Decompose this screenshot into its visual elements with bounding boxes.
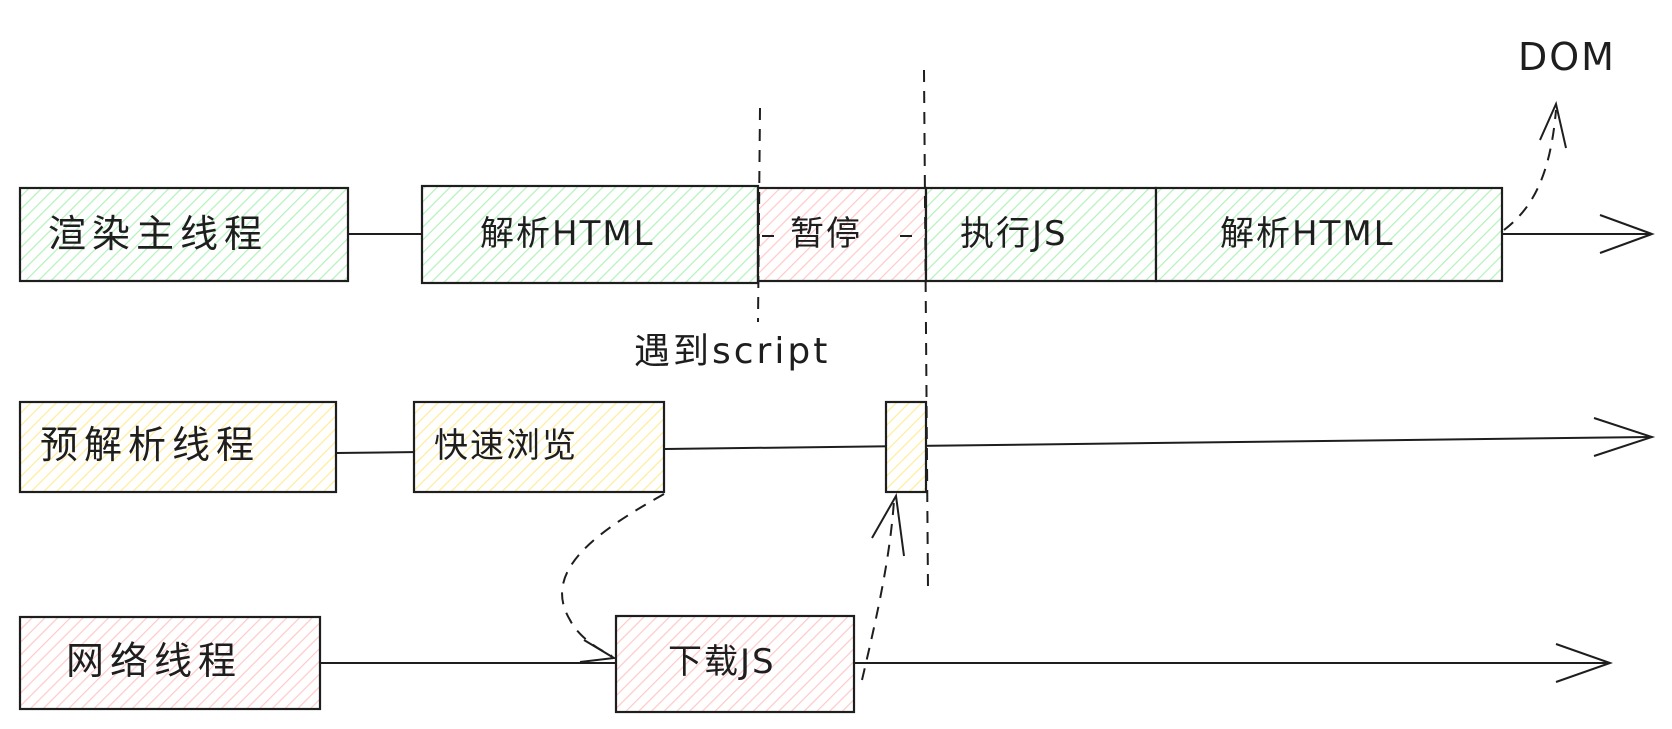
main-parse-html-label-1: 解析HTML xyxy=(480,214,655,254)
parse-to-dom-arrowhead xyxy=(1539,100,1567,149)
diagram-canvas xyxy=(18,69,1656,714)
main-pause-label: 暂停 xyxy=(790,214,862,254)
network-download-js-label: 下载JS xyxy=(668,642,776,682)
preparse-thread-label: 预解析线程 xyxy=(40,423,261,467)
parse-to-dom-arrow xyxy=(1503,109,1557,231)
main-parse-html-label-2: 解析HTML xyxy=(1220,214,1395,254)
thread-timeline-diagram: 渲染主线程 解析HTML 暂停 执行JS 解析HTML 预解析线程 快速浏览 网… xyxy=(0,0,1672,729)
script-encounter-label: 遇到script xyxy=(634,331,831,372)
scan-to-download-arrowhead xyxy=(579,639,618,663)
script-encounter-guide xyxy=(757,107,761,323)
main-thread-label: 渲染主线程 xyxy=(48,212,269,256)
js-ready-guide xyxy=(923,69,929,591)
network-thread-label: 网络线程 xyxy=(66,639,243,683)
preparse-scan-label: 快速浏览 xyxy=(434,426,578,466)
main-exec-js-label: 执行JS xyxy=(960,214,1068,254)
dom-label: DOM xyxy=(1518,35,1616,79)
preparse-small-box xyxy=(884,400,928,494)
